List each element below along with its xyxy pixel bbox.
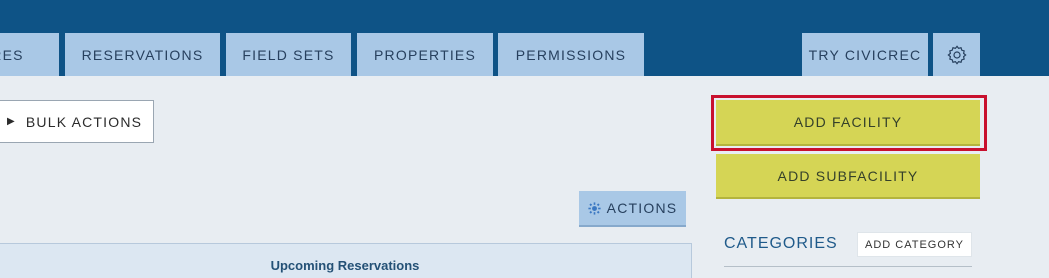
tab-field-sets-label: FIELD SETS: [242, 46, 335, 63]
add-subfacility-label: ADD SUBFACILITY: [777, 167, 919, 184]
try-civicrec-button[interactable]: TRY CIVICREC: [802, 33, 928, 76]
upcoming-reservations-panel: Upcoming Reservations: [0, 243, 692, 278]
add-category-label: ADD CATEGORY: [865, 238, 964, 251]
tab-reservations[interactable]: RESERVATIONS: [65, 33, 220, 76]
actions-button[interactable]: ACTIONS: [579, 191, 686, 227]
tab-features[interactable]: URES: [0, 33, 59, 76]
settings-button[interactable]: [933, 33, 980, 76]
add-facility-button[interactable]: ADD FACILITY: [716, 100, 980, 146]
bulk-actions-button[interactable]: ▶ BULK ACTIONS: [0, 100, 154, 143]
tab-properties[interactable]: PROPERTIES: [357, 33, 493, 76]
add-category-button[interactable]: ADD CATEGORY: [857, 232, 972, 257]
gear-icon: [588, 201, 601, 215]
tab-field-sets[interactable]: FIELD SETS: [226, 33, 351, 76]
tab-reservations-label: RESERVATIONS: [81, 46, 204, 63]
bulk-actions-label: BULK ACTIONS: [25, 113, 143, 130]
try-civicrec-label: TRY CIVICREC: [808, 46, 922, 63]
tab-features-label: URES: [0, 46, 24, 63]
add-subfacility-button[interactable]: ADD SUBFACILITY: [716, 154, 980, 199]
actions-label: ACTIONS: [606, 200, 678, 216]
tab-properties-label: PROPERTIES: [374, 46, 476, 63]
categories-divider: [724, 266, 972, 267]
tab-permissions[interactable]: PERMISSIONS: [498, 33, 644, 76]
gear-icon: [946, 44, 967, 65]
tab-permissions-label: PERMISSIONS: [515, 46, 627, 63]
upcoming-reservations-title: Upcoming Reservations: [270, 258, 420, 273]
play-triangle-icon: ▶: [7, 116, 16, 127]
add-facility-label: ADD FACILITY: [793, 114, 903, 130]
categories-heading: CATEGORIES: [724, 235, 838, 252]
